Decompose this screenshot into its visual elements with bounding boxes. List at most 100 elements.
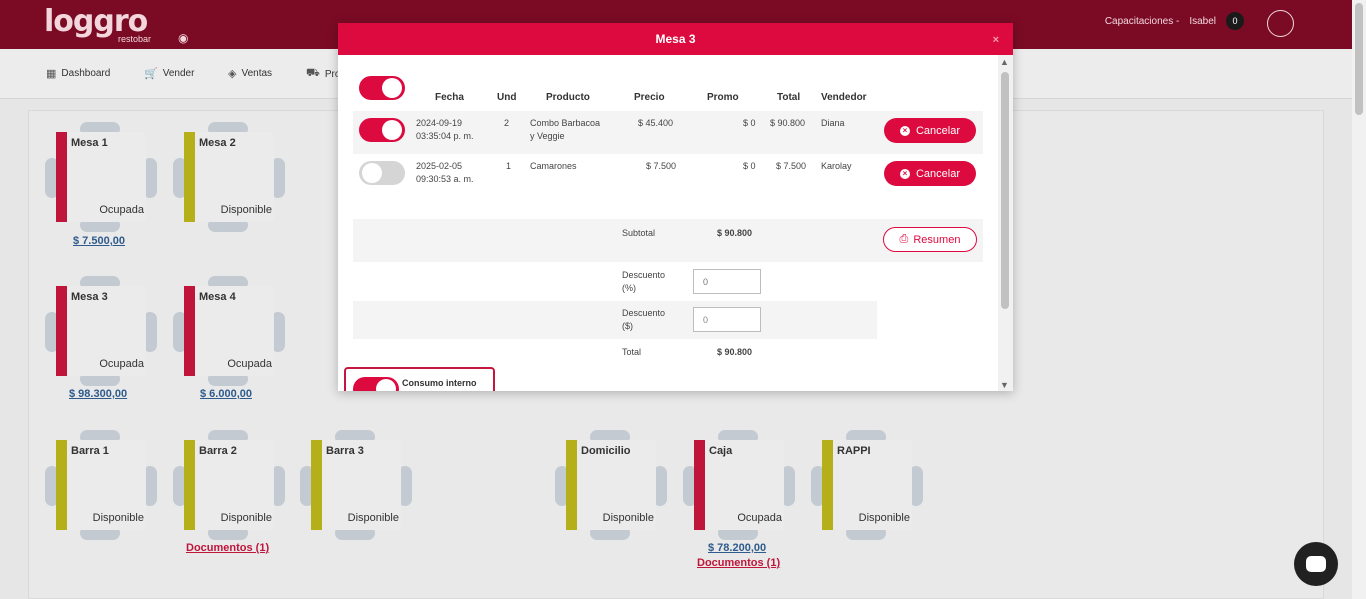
table-name: RAPPI (837, 445, 871, 457)
status-bar (184, 440, 195, 530)
table-name: Mesa 4 (199, 291, 236, 303)
dashboard-icon: ▦ (46, 68, 57, 80)
toggle-knob (382, 120, 402, 140)
close-icon[interactable]: × (993, 34, 999, 46)
notification-badge[interactable]: 0 (1226, 12, 1244, 30)
cancel-button[interactable]: × Cancelar (884, 118, 976, 143)
table-tile[interactable]: Barra 2 Disponible (173, 430, 285, 540)
order-modal: Mesa 3 × Fecha Und Producto Precio Promo… (338, 23, 1013, 391)
subtotal-value: $ 90.800 (717, 228, 753, 238)
modal-scrollbar[interactable]: ▲ ▼ (998, 55, 1013, 391)
table-tile[interactable]: RAPPI Disponible (811, 430, 923, 540)
table-tile[interactable]: Mesa 4 Ocupada (173, 276, 285, 386)
row-promo: $ 0 (743, 161, 756, 171)
cancel-button[interactable]: × Cancelar (884, 161, 976, 186)
cancel-icon: × (899, 168, 910, 179)
toggle-knob (362, 163, 382, 183)
table-status: Ocupada (737, 512, 782, 524)
row-toggle[interactable] (359, 161, 405, 185)
status-bar (56, 286, 67, 376)
page-scrollbar-thumb[interactable] (1355, 3, 1363, 115)
row-promo: $ 0 (743, 118, 756, 128)
chat-button[interactable] (1294, 542, 1338, 586)
row-producto-line1: Combo Barbacoa (530, 118, 601, 128)
status-bar (694, 440, 705, 530)
descuento-abs-unit: ($) (622, 321, 633, 331)
status-bar (311, 440, 322, 530)
descuento-pct-label: Descuento (622, 270, 666, 280)
table-status: Disponible (220, 512, 272, 524)
user-area[interactable]: Capacitaciones - Isabel 0 (1105, 12, 1244, 30)
total-label: Total (622, 347, 642, 357)
row-und: 2 (504, 118, 510, 128)
table-tile[interactable]: Barra 3 Disponible (300, 430, 412, 540)
row-fecha-date: 2025-02-05 (416, 161, 463, 171)
table-status: Disponible (347, 512, 399, 524)
nav-ventas[interactable]: ◈ Ventas (228, 67, 272, 80)
modal-body: Fecha Und Producto Precio Promo Total Ve… (338, 55, 998, 391)
documents-link[interactable]: Documentos (1) (697, 557, 780, 569)
eye-icon[interactable]: ◉ (178, 31, 188, 45)
user-company: Capacitaciones - (1104, 15, 1180, 27)
table-tile[interactable]: Barra 1 Disponible (45, 430, 157, 540)
nav-productos[interactable]: ⛟ Pro (306, 67, 340, 81)
table-tile[interactable]: Mesa 3 Ocupada (45, 276, 157, 386)
table-amount[interactable]: $ 78.200,00 (708, 542, 766, 554)
row-precio: $ 45.400 (638, 118, 674, 128)
table-tile[interactable]: Caja Ocupada (683, 430, 795, 540)
modal-title: Mesa 3 (655, 32, 696, 46)
status-bar (56, 440, 67, 530)
row-und: 1 (506, 161, 512, 171)
documents-link[interactable]: Documentos (1) (186, 542, 269, 554)
nav-dashboard[interactable]: ▦ Dashboard (46, 67, 110, 80)
table-name: Mesa 2 (199, 137, 236, 149)
row-precio: $ 7.500 (646, 161, 677, 171)
logo[interactable]: loggro restobar (44, 4, 151, 44)
table-name: Caja (709, 445, 733, 457)
total-value: $ 90.800 (717, 347, 753, 357)
nav-vender-label: Vender (162, 68, 195, 79)
table-tile[interactable]: Mesa 2 Disponible (173, 122, 285, 232)
modal-scrollbar-thumb[interactable] (1001, 72, 1009, 309)
col-vendedor: Vendedor (821, 92, 867, 103)
scroll-down-icon[interactable]: ▼ (1000, 380, 1009, 390)
table-amount[interactable]: $ 6.000,00 (200, 388, 252, 400)
descuento-abs-input[interactable] (693, 307, 761, 332)
table-tile[interactable]: Mesa 1 Ocupada (45, 122, 157, 232)
consumo-interno-toggle[interactable] (353, 377, 399, 391)
table-status: Ocupada (99, 358, 144, 370)
descuento-pct-input[interactable] (693, 269, 761, 294)
col-fecha: Fecha (435, 92, 464, 103)
avatar[interactable] (1267, 10, 1294, 37)
table-amount[interactable]: $ 98.300,00 (69, 388, 127, 400)
table-name: Barra 1 (71, 445, 109, 457)
col-total: Total (777, 92, 801, 103)
nav-vender[interactable]: 🛒 Vender (144, 67, 194, 80)
table-amount[interactable]: $ 7.500,00 (73, 235, 125, 247)
consumo-interno-box: Consumo interno (344, 367, 495, 391)
table-tile[interactable]: Domicilio Disponible (555, 430, 667, 540)
resumen-button[interactable]: ⎙ Resumen (883, 227, 977, 252)
chat-icon (1306, 556, 1326, 572)
table-status: Disponible (858, 512, 910, 524)
table-status: Disponible (92, 512, 144, 524)
descuento-abs-label: Descuento (622, 308, 666, 318)
col-promo: Promo (707, 92, 739, 103)
table-status: Disponible (220, 204, 272, 216)
select-all-toggle[interactable] (359, 76, 405, 100)
status-bar (56, 132, 67, 222)
row-fecha-date: 2024-09-19 (416, 118, 463, 128)
row-toggle[interactable] (359, 118, 405, 142)
consumo-interno-label: Consumo interno (402, 378, 477, 388)
status-bar (822, 440, 833, 530)
scroll-up-icon[interactable]: ▲ (1000, 57, 1009, 67)
page-scrollbar[interactable] (1352, 0, 1366, 599)
nav-ventas-label: Ventas (241, 68, 273, 79)
row-producto-line2: y Veggie (530, 131, 565, 141)
nav-dashboard-label: Dashboard (61, 68, 111, 79)
logo-subtext: restobar (118, 34, 152, 44)
row-vendedor: Karolay (821, 161, 852, 171)
status-bar (184, 132, 195, 222)
descuento-row (353, 301, 877, 339)
row-total: $ 7.500 (776, 161, 807, 171)
